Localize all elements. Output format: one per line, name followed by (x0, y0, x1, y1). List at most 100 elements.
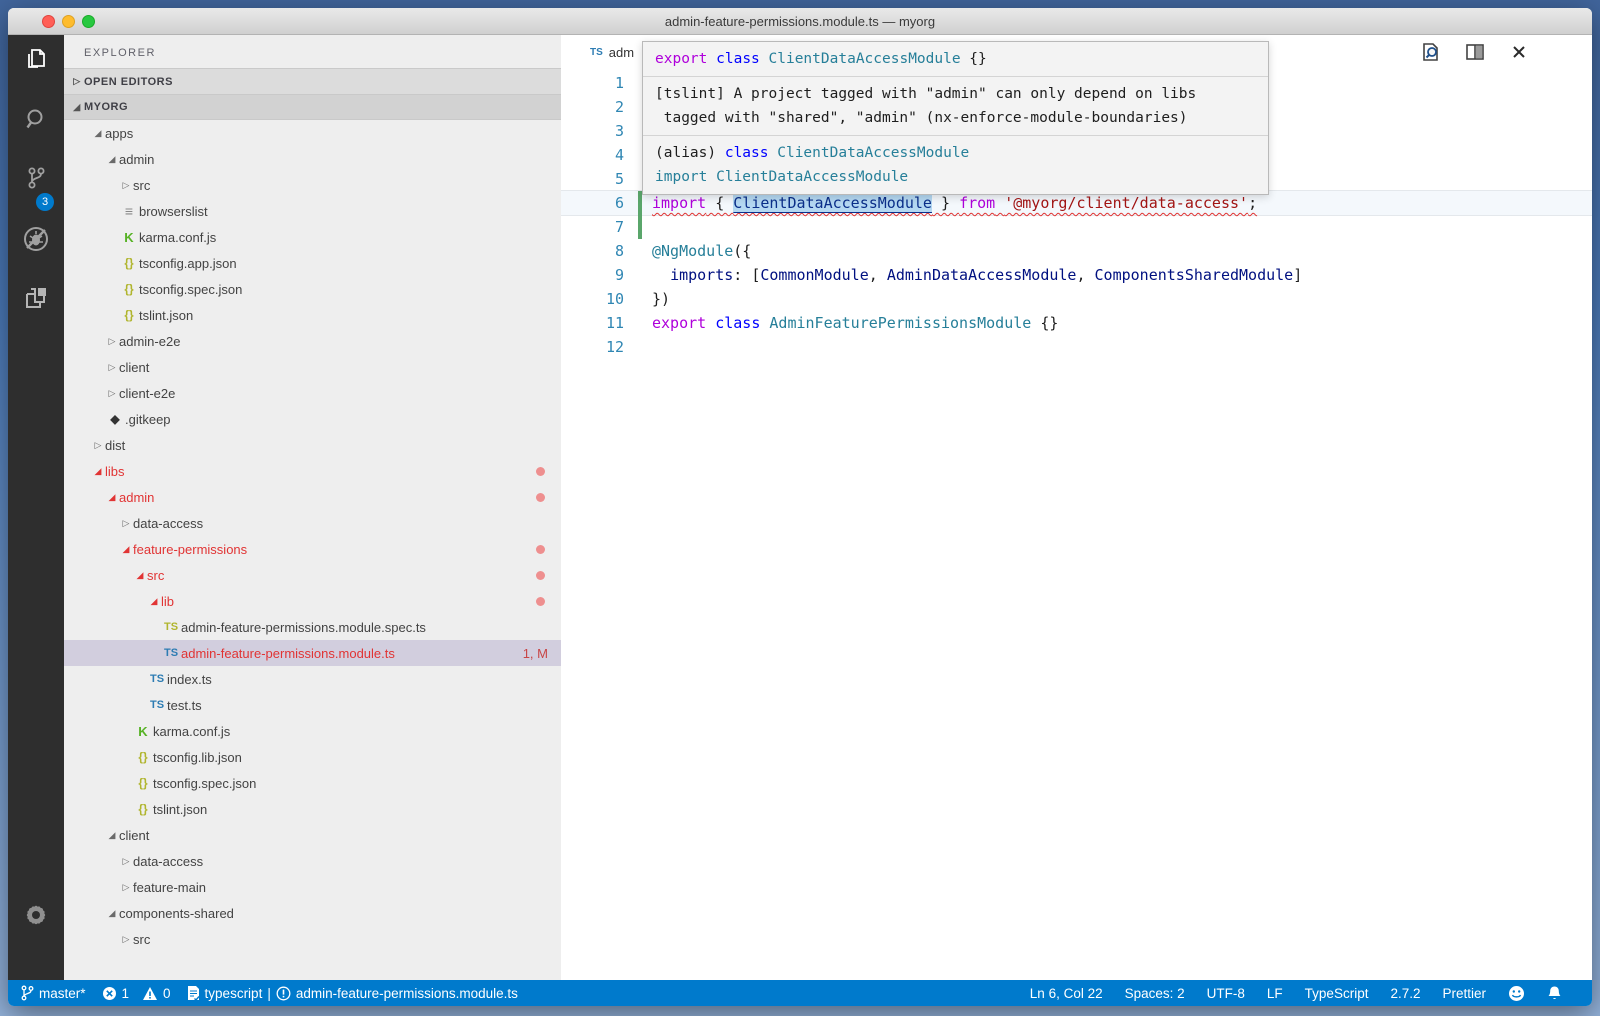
error-dot-badge (536, 545, 545, 554)
linter-status-item[interactable]: typescript | admin-feature-permissions.m… (187, 985, 518, 1001)
tree-item-admin-feature-permissions.module.spec.ts[interactable]: TSadmin-feature-permissions.module.spec.… (64, 614, 561, 640)
tree-item-components-shared[interactable]: ◢components-shared (64, 900, 561, 926)
chevron-down-icon: ◢ (105, 154, 119, 165)
tree-item-client[interactable]: ◢client (64, 822, 561, 848)
title-bar[interactable]: admin-feature-permissions.module.ts — my… (8, 8, 1592, 35)
source-control-icon[interactable] (22, 164, 50, 192)
tree-item-label: .gitkeep (125, 412, 171, 427)
cursor-position-item[interactable]: Ln 6, Col 22 (1030, 986, 1103, 1001)
tree-item-apps[interactable]: ◢apps (64, 120, 561, 146)
chevron-right-icon: ▷ (119, 180, 133, 191)
open-editors-header[interactable]: ▷ OPEN EDITORS (64, 68, 561, 94)
json-file-icon: {} (133, 802, 153, 816)
close-icon[interactable] (1508, 41, 1530, 63)
tree-item-data-access[interactable]: ▷data-access (64, 848, 561, 874)
file-tree: ◢apps◢admin▷src≡browserslistKkarma.conf.… (64, 120, 561, 952)
smiley-icon (1508, 985, 1525, 1002)
ts-version-item[interactable]: 2.7.2 (1390, 986, 1420, 1001)
notifications-item[interactable] (1547, 985, 1562, 1002)
code-line-12[interactable]: 12 (561, 335, 1592, 359)
gear-icon[interactable] (22, 901, 50, 929)
tree-item-feature-permissions[interactable]: ◢feature-permissions (64, 536, 561, 562)
language-item[interactable]: TypeScript (1305, 986, 1369, 1001)
chevron-right-icon: ▷ (119, 882, 133, 893)
chevron-down-icon: ◢ (105, 830, 119, 841)
chevron-right-icon: ▷ (119, 518, 133, 529)
tree-item-admin-e2e[interactable]: ▷admin-e2e (64, 328, 561, 354)
problems-modified-badge: 1, M (523, 646, 548, 661)
indentation-item[interactable]: Spaces: 2 (1125, 986, 1185, 1001)
tree-item-admin-feature-permissions.module.ts[interactable]: TSadmin-feature-permissions.module.ts1, … (64, 640, 561, 666)
tree-item-src[interactable]: ▷src (64, 926, 561, 952)
tree-item-client-e2e[interactable]: ▷client-e2e (64, 380, 561, 406)
tree-item-lib[interactable]: ◢lib (64, 588, 561, 614)
tree-item-test.ts[interactable]: TStest.ts (64, 692, 561, 718)
tree-item-tslint.json[interactable]: {}tslint.json (64, 302, 561, 328)
scm-changes-badge: 3 (36, 193, 54, 211)
tree-item-label: test.ts (167, 698, 202, 713)
eol-item[interactable]: LF (1267, 986, 1283, 1001)
tree-item-label: data-access (133, 516, 203, 531)
line-number: 4 (561, 146, 624, 164)
feedback-item[interactable] (1508, 985, 1525, 1002)
line-number: 1 (561, 74, 624, 92)
debug-icon[interactable] (22, 225, 50, 253)
open-preview-icon[interactable] (1420, 41, 1442, 63)
tree-item-tsconfig.spec.json[interactable]: {}tsconfig.spec.json (64, 276, 561, 302)
code-line-7[interactable]: 7 (561, 215, 1592, 239)
tree-item-dist[interactable]: ▷dist (64, 432, 561, 458)
git-branch-item[interactable]: master* (20, 985, 86, 1001)
chevron-right-icon: ▷ (105, 362, 119, 373)
tree-item-label: data-access (133, 854, 203, 869)
tree-item-tsconfig.app.json[interactable]: {}tsconfig.app.json (64, 250, 561, 276)
tree-item-browserslist[interactable]: ≡browserslist (64, 198, 561, 224)
code-line-11[interactable]: 11export class AdminFeaturePermissionsMo… (561, 311, 1592, 335)
code-line-10[interactable]: 10}) (561, 287, 1592, 311)
code-line-8[interactable]: 8@NgModule({ (561, 239, 1592, 263)
tree-item-client[interactable]: ▷client (64, 354, 561, 380)
search-icon[interactable] (22, 105, 50, 133)
tree-item-label: tsconfig.lib.json (153, 750, 242, 765)
git-branch-icon (20, 985, 34, 1001)
tree-item-feature-main[interactable]: ▷feature-main (64, 874, 561, 900)
explorer-sidebar: EXPLORER ▷ OPEN EDITORS ◢ MYORG ◢apps◢ad… (64, 35, 561, 980)
problems-item[interactable]: 1 0 (102, 986, 171, 1001)
tree-item-.gitkeep[interactable]: ◆.gitkeep (64, 406, 561, 432)
code-line-9[interactable]: 9 imports: [CommonModule, AdminDataAcces… (561, 263, 1592, 287)
chevron-down-icon: ◢ (70, 102, 84, 113)
tree-item-src[interactable]: ▷src (64, 172, 561, 198)
tree-item-admin[interactable]: ◢admin (64, 484, 561, 510)
tree-item-label: feature-permissions (133, 542, 247, 557)
line-number: 9 (561, 266, 624, 284)
tree-item-tslint.json[interactable]: {}tslint.json (64, 796, 561, 822)
tree-item-data-access[interactable]: ▷data-access (64, 510, 561, 536)
tree-item-src[interactable]: ◢src (64, 562, 561, 588)
typescript-file-icon: TS (590, 47, 603, 58)
tree-item-label: admin (119, 152, 154, 167)
tree-item-label: lib (161, 594, 174, 609)
tree-item-label: admin-feature-permissions.module.ts (181, 646, 395, 661)
encoding-item[interactable]: UTF-8 (1207, 986, 1245, 1001)
tab-admin-feature-permissions[interactable]: TS adm (590, 35, 634, 70)
tree-item-tsconfig.lib.json[interactable]: {}tsconfig.lib.json (64, 744, 561, 770)
tree-item-index.ts[interactable]: TSindex.ts (64, 666, 561, 692)
extensions-icon[interactable] (22, 284, 50, 312)
tree-item-libs[interactable]: ◢libs (64, 458, 561, 484)
separator: | (267, 986, 271, 1001)
tree-item-label: tslint.json (139, 308, 193, 323)
tree-item-label: dist (105, 438, 125, 453)
git-file-icon: ◆ (105, 412, 125, 426)
tree-item-tsconfig.spec.json[interactable]: {}tsconfig.spec.json (64, 770, 561, 796)
files-icon[interactable] (22, 45, 50, 73)
window-title: admin-feature-permissions.module.ts — my… (8, 14, 1592, 29)
info-icon (276, 986, 291, 1001)
tree-item-karma.conf.js[interactable]: Kkarma.conf.js (64, 224, 561, 250)
tree-item-label: tsconfig.spec.json (153, 776, 256, 791)
tree-item-karma.conf.js[interactable]: Kkarma.conf.js (64, 718, 561, 744)
formatter-item[interactable]: Prettier (1442, 986, 1486, 1001)
workspace-root-header[interactable]: ◢ MYORG (64, 94, 561, 120)
line-number: 12 (561, 338, 624, 356)
split-editor-icon[interactable] (1464, 41, 1486, 63)
tree-item-admin[interactable]: ◢admin (64, 146, 561, 172)
chevron-down-icon: ◢ (133, 570, 147, 581)
